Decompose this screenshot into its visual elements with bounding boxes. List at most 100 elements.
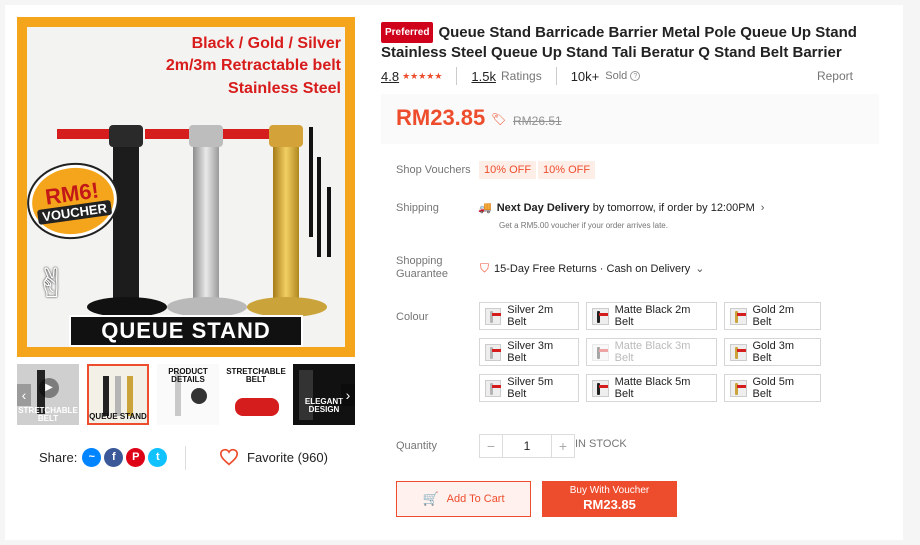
facebook-icon[interactable]: f — [104, 448, 124, 467]
chevron-left-icon[interactable]: ‹ — [17, 384, 31, 406]
heart-icon[interactable] — [219, 448, 239, 466]
colour-option-label: Gold 5m Belt — [752, 376, 795, 400]
colour-option-label: Matte Black 3m Belt — [614, 340, 691, 364]
truck-icon: 🚚 — [478, 202, 492, 214]
shop-vouchers-label: Shop Vouchers — [396, 164, 471, 176]
colour-option[interactable]: Matte Black 5m Belt — [586, 374, 717, 402]
buy-with-voucher-button[interactable]: Buy With Voucher RM23.85 — [542, 481, 677, 517]
price-tag-icon[interactable]: 🏷 — [491, 112, 506, 126]
product-title: Preferred Queue Stand Barricade Barrier M… — [381, 22, 861, 62]
colour-swatch — [592, 343, 609, 361]
cart-icon: 🛒 — [422, 491, 439, 506]
colour-swatch — [592, 379, 609, 397]
thumbnail-label: QUEUE STAND — [89, 412, 147, 421]
info-icon[interactable]: ? — [630, 71, 641, 81]
colour-option[interactable]: Gold 5m Belt — [724, 374, 821, 402]
rating-divider — [555, 67, 557, 85]
ratings-label: Ratings — [501, 69, 542, 83]
stock-status: IN STOCK — [575, 438, 627, 450]
buy-button-label: Buy With Voucher — [569, 485, 650, 496]
share-divider — [185, 446, 186, 470]
sold-count: 10k+ — [570, 68, 600, 84]
colour-swatch — [730, 343, 747, 361]
thumbnail-pole — [115, 376, 121, 416]
thumbnail[interactable]: PRODUCT DETAILS — [157, 364, 219, 425]
thumbnail-label: STRETCHABLE BELT — [226, 367, 286, 384]
shipping-label: Shipping — [396, 202, 439, 214]
quantity-input[interactable]: 1 — [502, 435, 552, 457]
shipping-detail: by tomorrow, if order by 12:00PM — [589, 202, 755, 214]
star-rating-icon: ★★★★★ — [402, 70, 443, 81]
sold-label: Sold — [605, 70, 628, 82]
guarantee-text: 15-Day Free Returns · Cash on Delivery — [494, 262, 691, 275]
product-title-text: Queue Stand Barricade Barrier Metal Pole… — [381, 24, 857, 61]
colour-swatch — [485, 379, 502, 397]
colour-option-label: Silver 2m Belt — [507, 304, 554, 328]
share-label: Share: — [39, 450, 78, 465]
thumbnail[interactable]: STRETCHABLE BELT — [225, 364, 287, 425]
colour-option[interactable]: Silver 2m Belt — [479, 302, 579, 330]
thumbnail-strip: ▶ STRETCHABLE BELT QUEUE STAND PRODUCT D… — [17, 364, 355, 425]
colour-swatch — [485, 343, 502, 361]
guarantee-label: Shopping Guarantee — [396, 255, 448, 281]
voucher-chip[interactable]: 10% OFF — [479, 161, 537, 179]
colour-option-disabled: Matte Black 3m Belt — [586, 338, 717, 366]
twitter-icon[interactable]: t — [148, 448, 168, 467]
colour-swatch — [485, 307, 502, 325]
voucher-chip[interactable]: 10% OFF — [538, 161, 596, 179]
play-icon[interactable]: ▶ — [39, 378, 59, 398]
rating-divider — [456, 67, 458, 85]
colour-option[interactable]: Matte Black 2m Belt — [586, 302, 717, 330]
colour-swatch — [592, 307, 609, 325]
add-to-cart-button[interactable]: 🛒 Add To Cart — [396, 481, 531, 517]
guarantee-label-line-1: Shopping — [396, 255, 443, 267]
chevron-down-icon[interactable]: ⌄ — [695, 262, 704, 275]
main-product-image[interactable]: Black / Gold / Silver 2m/3m Retractable … — [17, 17, 355, 357]
thumbnail-label: STRETCHABLE BELT — [18, 406, 78, 423]
chevron-right-icon[interactable]: › — [341, 384, 355, 406]
colour-option-label: Silver 5m Belt — [507, 376, 554, 400]
colour-swatch — [730, 379, 747, 397]
favorite-button[interactable]: Favorite (960) — [219, 448, 328, 466]
original-price: RM26.51 — [513, 114, 562, 128]
colour-option-label: Gold 3m Belt — [752, 340, 795, 364]
preferred-badge: Preferred — [381, 22, 434, 43]
guarantee-label-line-2: Guarantee — [396, 268, 448, 280]
shipping-subtext: Get a RM5.00 voucher if your order arriv… — [499, 221, 668, 230]
shipping-info[interactable]: 🚚 Next Day Delivery by tomorrow, if order… — [478, 201, 764, 214]
pinterest-icon[interactable]: P — [126, 448, 146, 467]
rating-value[interactable]: 4.8 — [381, 69, 399, 84]
add-to-cart-label: Add To Cart — [446, 493, 505, 505]
share-bar: Share: ~ f P t — [39, 448, 168, 467]
colour-swatch — [730, 307, 747, 325]
colour-option-label: Silver 3m Belt — [507, 340, 554, 364]
ratings-count[interactable]: 1.5k — [471, 69, 496, 84]
colour-option-label: Gold 2m Belt — [752, 304, 795, 328]
shipping-headline: Next Day Delivery — [496, 202, 590, 214]
report-link[interactable]: Report — [817, 69, 853, 83]
colour-option[interactable]: Silver 5m Belt — [479, 374, 579, 402]
messenger-icon[interactable]: ~ — [82, 448, 102, 467]
buy-button-price: RM23.85 — [583, 497, 636, 512]
chevron-right-icon[interactable]: › — [761, 202, 765, 214]
decrease-button[interactable]: − — [480, 435, 502, 457]
colour-option[interactable]: Gold 3m Belt — [724, 338, 821, 366]
thumbnail-label: PRODUCT DETAILS — [168, 367, 208, 384]
quantity-stepper: − 1 + — [479, 434, 575, 458]
rating-row: 4.8 ★★★★★ 1.5k Ratings 10k+ Sold ? Repor… — [381, 67, 881, 85]
colour-label: Colour — [396, 311, 429, 323]
colour-option-label: Matte Black 5m Belt — [614, 376, 691, 400]
quantity-label: Quantity — [396, 440, 437, 452]
thumbnail-pole — [103, 376, 109, 416]
price-box: RM23.85 🏷 RM26.51 — [381, 94, 879, 144]
image-frame — [17, 17, 355, 357]
shield-icon: ⛉ — [480, 261, 490, 275]
product-card: Black / Gold / Silver 2m/3m Retractable … — [5, 5, 903, 540]
increase-button[interactable]: + — [552, 435, 574, 457]
guarantee-info[interactable]: ⛉ 15-Day Free Returns · Cash on Delivery… — [480, 261, 704, 276]
colour-option[interactable]: Gold 2m Belt — [724, 302, 821, 330]
current-price: RM23.85 — [396, 105, 486, 130]
colour-option[interactable]: Silver 3m Belt — [479, 338, 579, 366]
favorite-label: Favorite (960) — [247, 449, 328, 465]
thumbnail-active[interactable]: QUEUE STAND — [87, 364, 149, 425]
